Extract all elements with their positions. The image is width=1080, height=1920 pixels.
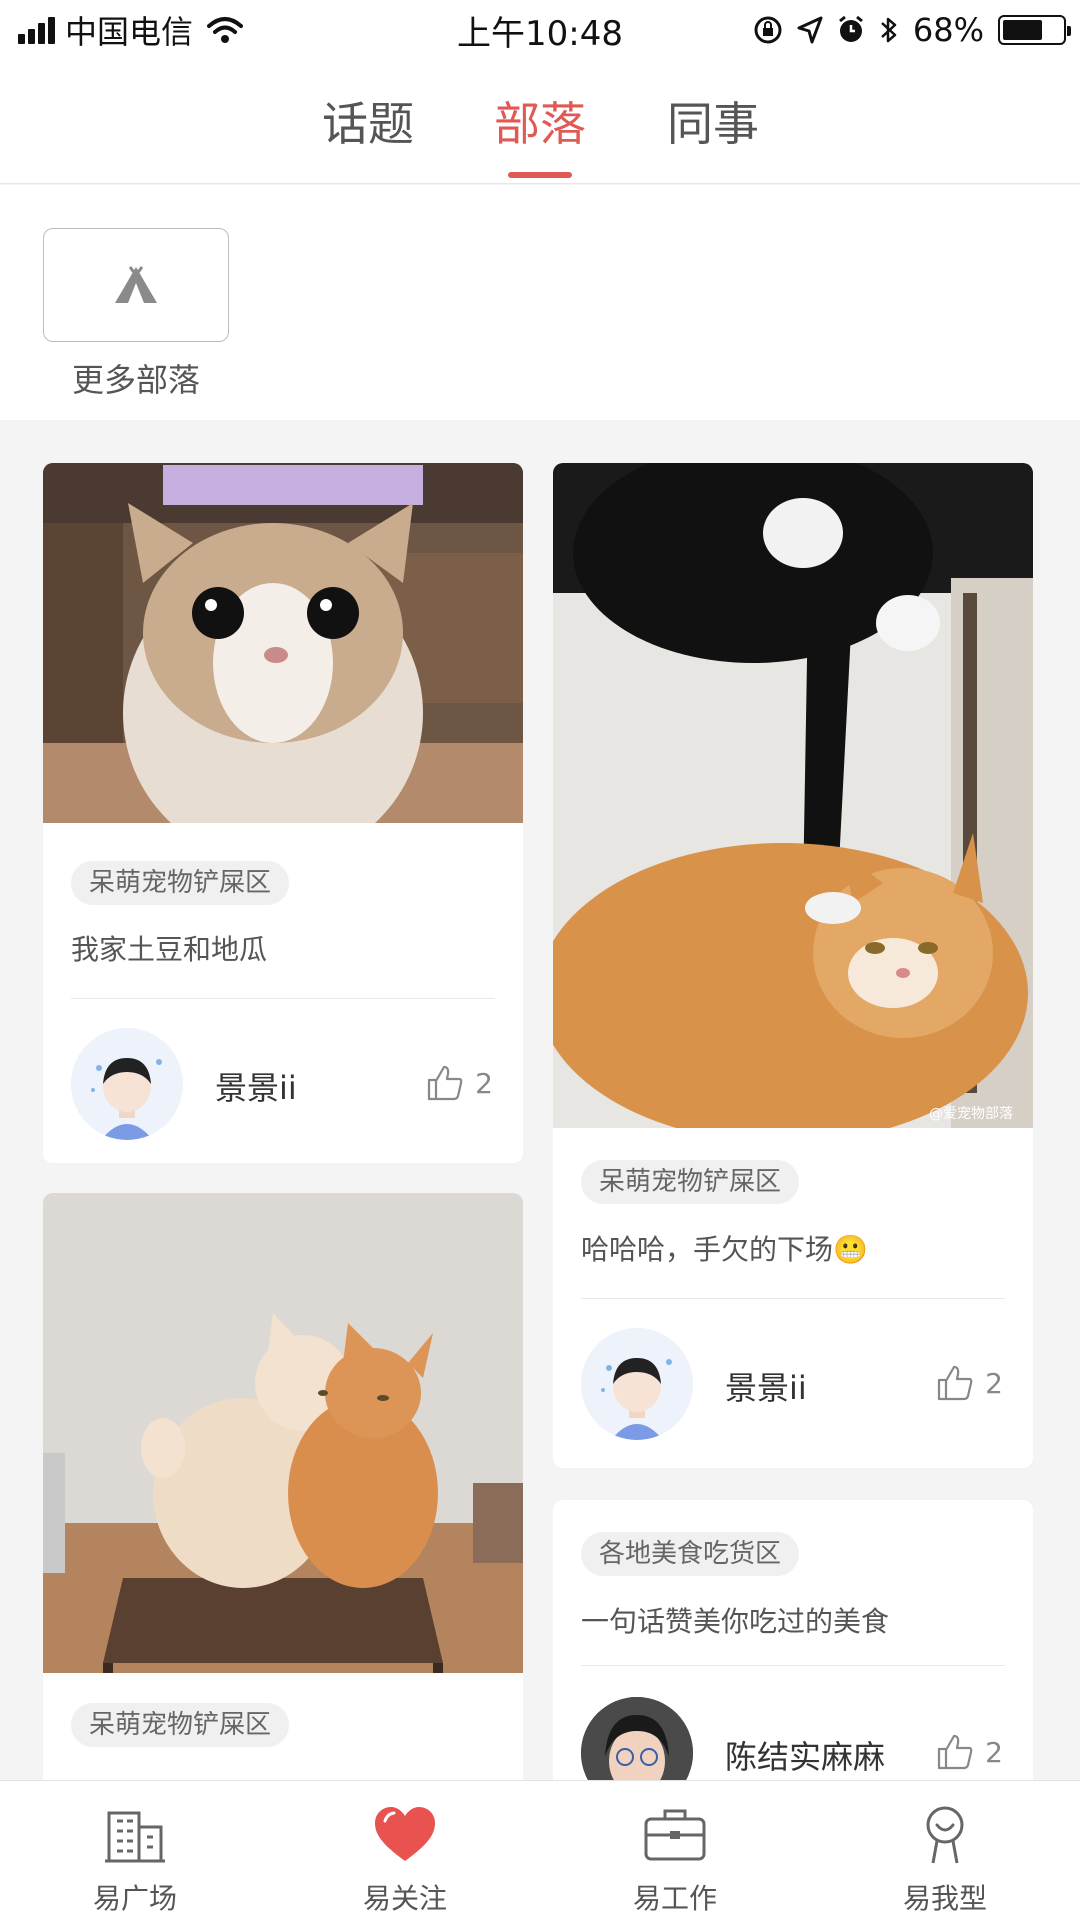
thumbs-up-icon <box>938 1734 973 1770</box>
battery-icon <box>998 15 1071 45</box>
cat-photo[interactable] <box>43 463 523 823</box>
nav-work[interactable]: 易工作 <box>575 1781 775 1920</box>
cat-photo[interactable]: @爱宠物部落 <box>553 463 1033 1128</box>
building-icon <box>105 1811 165 1863</box>
like-count: 2 <box>985 1735 1003 1769</box>
location-icon <box>797 16 823 44</box>
divider <box>581 1665 1005 1666</box>
more-tribes-label[interactable]: 更多部落 <box>43 355 229 401</box>
tab-tribes[interactable]: 部落 <box>494 88 586 154</box>
bluetooth-icon <box>881 17 897 43</box>
rotation-lock-icon <box>754 16 782 44</box>
tribe-tag[interactable]: 各地美食吃货区 <box>581 1532 800 1576</box>
post-text: 一句话赞美你吃过的美食 <box>581 1605 890 1638</box>
battery-percent: 68% <box>912 11 984 49</box>
heart-icon <box>375 1807 435 1861</box>
tab-topics[interactable]: 话题 <box>322 88 414 154</box>
post-text: 我家土豆和地瓜 <box>71 933 268 966</box>
more-tribes-button[interactable] <box>43 228 229 342</box>
bottom-nav: 易广场 易关注 易工作 易我型 <box>0 1780 1080 1920</box>
post-card[interactable]: 呆萌宠物铲屎区 <box>43 1193 523 1813</box>
like-count: 2 <box>475 1066 493 1100</box>
nav-square[interactable]: 易广场 <box>35 1781 235 1920</box>
divider <box>71 998 495 999</box>
nav-me[interactable]: 易我型 <box>845 1781 1045 1920</box>
thumbs-up-icon <box>938 1365 973 1401</box>
tent-icon <box>115 266 157 303</box>
nav-follow[interactable]: 易关注 <box>305 1781 505 1920</box>
active-tab-indicator <box>508 172 572 178</box>
tribe-section: 更多部落 <box>0 185 1080 420</box>
photo-watermark: @爱宠物部落 <box>929 1106 1013 1122</box>
author-name[interactable]: 景景ii <box>215 1063 297 1109</box>
tab-colleagues[interactable]: 同事 <box>667 88 759 154</box>
tribe-tag[interactable]: 呆萌宠物铲屎区 <box>581 1160 800 1204</box>
post-card[interactable]: @爱宠物部落 呆萌宠物铲屎区 哈哈哈，手欠的下场😬 景景ii 2 <box>553 463 1033 1468</box>
tribe-tag[interactable]: 呆萌宠物铲屎区 <box>71 861 290 905</box>
avatar[interactable] <box>581 1328 693 1440</box>
like-button[interactable]: 2 <box>935 1732 1003 1772</box>
tribe-tag[interactable]: 呆萌宠物铲屎区 <box>71 1703 290 1747</box>
post-card[interactable]: 呆萌宠物铲屎区 我家土豆和地瓜 景景ii 2 <box>43 463 523 1163</box>
like-button[interactable]: 2 <box>935 1363 1003 1403</box>
nav-label: 易关注 <box>362 1882 447 1915</box>
like-count: 2 <box>985 1366 1003 1400</box>
alarm-icon <box>838 15 863 42</box>
post-text: 哈哈哈，手欠的下场😬 <box>581 1233 868 1266</box>
author-name[interactable]: 陈结实麻麻 <box>725 1732 885 1778</box>
like-button[interactable]: 2 <box>425 1063 493 1103</box>
author-name[interactable]: 景景ii <box>725 1363 807 1409</box>
person-icon <box>926 1806 964 1864</box>
thumbs-up-icon <box>428 1065 463 1101</box>
divider <box>581 1298 1005 1299</box>
cat-photo[interactable] <box>43 1193 523 1673</box>
nav-label: 易我型 <box>902 1882 987 1915</box>
nav-label: 易广场 <box>92 1882 177 1915</box>
status-bar: 中国电信 上午10:48 68% <box>0 0 1080 60</box>
top-tab-bar: 话题 部落 同事 <box>0 60 1080 184</box>
nav-label: 易工作 <box>632 1882 717 1915</box>
avatar[interactable] <box>71 1028 183 1140</box>
briefcase-icon <box>644 1809 706 1861</box>
post-card[interactable]: 各地美食吃货区 一句话赞美你吃过的美食 陈结实麻麻 2 <box>553 1500 1033 1820</box>
